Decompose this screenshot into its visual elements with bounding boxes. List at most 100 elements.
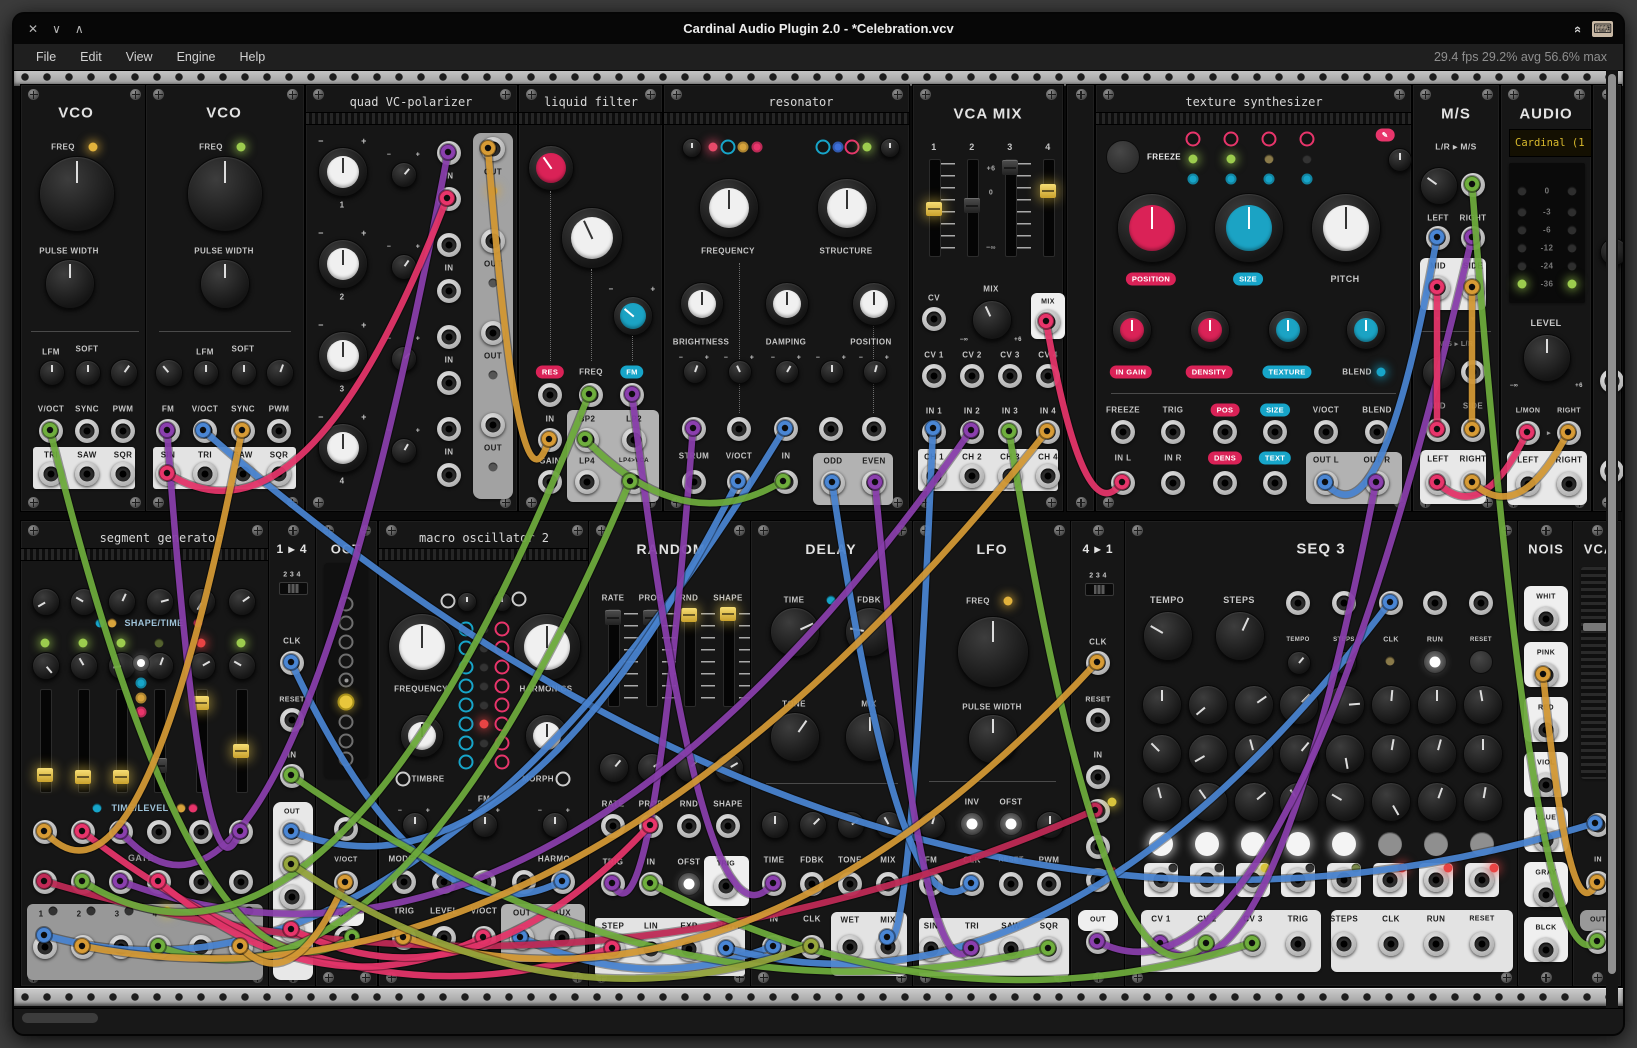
knob[interactable]: [1463, 734, 1503, 774]
knob[interactable]: [561, 207, 623, 269]
knob[interactable]: [1036, 811, 1064, 839]
knob[interactable]: [1371, 782, 1411, 822]
knob[interactable]: [472, 812, 498, 838]
knob[interactable]: [761, 811, 789, 839]
port[interactable]: [774, 417, 798, 441]
knob[interactable]: [193, 360, 219, 386]
port[interactable]: [1332, 591, 1356, 615]
port[interactable]: [922, 307, 946, 331]
knob[interactable]: [187, 156, 263, 232]
port[interactable]: [189, 935, 213, 959]
knob[interactable]: [837, 811, 865, 839]
collapse-icon[interactable]: «: [1571, 25, 1586, 32]
port[interactable]: [1379, 932, 1403, 956]
port[interactable]: [999, 937, 1023, 961]
knob[interactable]: [728, 360, 752, 384]
port[interactable]: [1111, 420, 1135, 444]
port[interactable]: [538, 383, 562, 407]
knob[interactable]: [1523, 334, 1571, 382]
port[interactable]: [1461, 418, 1485, 442]
port[interactable]: [437, 233, 461, 257]
button[interactable]: [999, 812, 1023, 836]
port[interactable]: [1426, 418, 1450, 442]
slider[interactable]: [684, 609, 696, 707]
module-blank-strip[interactable]: [1066, 84, 1095, 512]
port[interactable]: [821, 471, 845, 495]
port[interactable]: [392, 926, 416, 950]
port[interactable]: [1426, 226, 1450, 250]
knob[interactable]: [318, 239, 368, 289]
port[interactable]: [1036, 364, 1060, 388]
knob[interactable]: [391, 162, 417, 188]
radio-option[interactable]: [339, 752, 354, 767]
port[interactable]: [1036, 464, 1060, 488]
knob[interactable]: [1346, 310, 1386, 350]
port[interactable]: [1241, 932, 1265, 956]
port[interactable]: [1469, 591, 1493, 615]
knob[interactable]: [188, 652, 216, 680]
button[interactable]: [960, 812, 984, 836]
module-segment-generator[interactable]: segment generatorSHAPE/TIMETIME/LEVELGAT…: [20, 520, 270, 987]
knob[interactable]: [863, 360, 887, 384]
module-vco-2[interactable]: VCOFREQPULSE WIDTHLFMSOFTFMV/OCTSYNCPWMS…: [145, 84, 305, 512]
knob[interactable]: [492, 592, 512, 612]
radio-option[interactable]: [339, 635, 354, 650]
port[interactable]: [75, 419, 99, 443]
module-lfo[interactable]: LFOFREQPULSE WIDTHINVOFSTFMCLKRESETPWMSI…: [912, 520, 1072, 987]
knob[interactable]: [680, 282, 724, 326]
knob[interactable]: [1417, 782, 1457, 822]
radio-option[interactable]: [338, 694, 355, 711]
knob[interactable]: [683, 360, 707, 384]
knob[interactable]: [852, 282, 896, 326]
port[interactable]: [601, 814, 625, 838]
knob[interactable]: [918, 811, 946, 839]
port[interactable]: [1534, 663, 1558, 687]
slider[interactable]: [1043, 159, 1055, 257]
knob[interactable]: [146, 588, 174, 616]
port[interactable]: [1286, 591, 1310, 615]
port[interactable]: [1037, 937, 1061, 961]
menu-edit[interactable]: Edit: [80, 50, 102, 64]
knob[interactable]: [1417, 734, 1457, 774]
knob[interactable]: [972, 300, 1012, 340]
port[interactable]: [682, 417, 706, 441]
slider[interactable]: [154, 689, 166, 793]
knob[interactable]: [1420, 167, 1458, 205]
port[interactable]: [111, 462, 135, 486]
port[interactable]: [1516, 472, 1540, 496]
radio-option[interactable]: [339, 715, 354, 730]
knob[interactable]: [1463, 685, 1503, 725]
port[interactable]: [334, 926, 358, 950]
port[interactable]: [622, 470, 646, 494]
knob[interactable]: [228, 588, 256, 616]
module-resonator[interactable]: resonatorFREQUENCYSTRUCTUREBRIGHTNESSDAM…: [663, 84, 910, 512]
slider-handle[interactable]: [643, 610, 659, 625]
port[interactable]: [1286, 932, 1310, 956]
slider-handle[interactable]: [926, 202, 942, 216]
knob[interactable]: [1325, 782, 1365, 822]
slider-handle[interactable]: [37, 768, 53, 782]
knob[interactable]: [402, 812, 428, 838]
port[interactable]: [229, 935, 253, 959]
port[interactable]: [481, 137, 505, 161]
knob[interactable]: [155, 359, 183, 387]
button[interactable]: [1469, 650, 1493, 674]
module-vco-1[interactable]: VCOFREQPULSE WIDTHLFMSOFTV/OCTSYNCPWMTRI…: [20, 84, 148, 512]
port[interactable]: [639, 814, 663, 838]
port[interactable]: [510, 926, 534, 950]
knob[interactable]: [599, 753, 629, 783]
knob[interactable]: [45, 259, 95, 309]
port[interactable]: [579, 383, 603, 407]
knob[interactable]: [675, 753, 705, 783]
port[interactable]: [156, 419, 180, 443]
button[interactable]: [677, 872, 701, 896]
port[interactable]: [922, 364, 946, 388]
port[interactable]: [437, 371, 461, 395]
port[interactable]: [481, 229, 505, 253]
port[interactable]: [1470, 932, 1494, 956]
radio-option[interactable]: [339, 616, 354, 631]
knob[interactable]: [400, 714, 444, 758]
port[interactable]: [1086, 835, 1110, 859]
port[interactable]: [575, 470, 599, 494]
port[interactable]: [33, 870, 57, 894]
